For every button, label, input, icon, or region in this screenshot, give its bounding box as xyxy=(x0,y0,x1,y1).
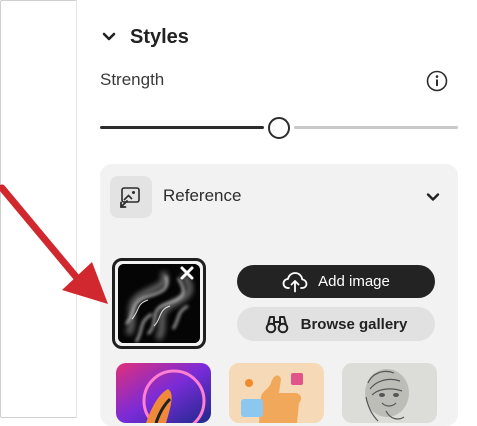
binoculars-icon xyxy=(265,316,288,334)
close-icon[interactable] xyxy=(178,264,196,282)
slider-track-filled xyxy=(100,126,264,129)
slider-thumb[interactable] xyxy=(268,117,290,139)
add-image-button[interactable]: Add image xyxy=(237,265,435,298)
chevron-down-icon[interactable] xyxy=(424,188,442,206)
gallery-thumbnail-neon[interactable] xyxy=(116,363,211,423)
reference-icon-box xyxy=(110,176,152,218)
chevron-down-icon xyxy=(102,32,116,41)
gallery-thumbnail-statue[interactable] xyxy=(342,363,437,423)
add-image-label: Add image xyxy=(318,273,390,290)
info-icon[interactable] xyxy=(426,70,448,92)
strength-label: Strength xyxy=(100,70,165,89)
image-reference-icon xyxy=(120,187,140,208)
browse-gallery-button[interactable]: Browse gallery xyxy=(237,307,435,341)
strength-slider[interactable] xyxy=(100,114,458,142)
cloud-upload-icon xyxy=(282,271,308,292)
slider-track-empty xyxy=(294,126,458,129)
browse-gallery-label: Browse gallery xyxy=(300,315,408,333)
styles-section-header[interactable]: Styles xyxy=(100,22,189,52)
styles-title: Styles xyxy=(130,25,189,48)
reference-title: Reference xyxy=(163,186,242,205)
gallery-thumbnail-thumbs-up[interactable] xyxy=(229,363,324,423)
